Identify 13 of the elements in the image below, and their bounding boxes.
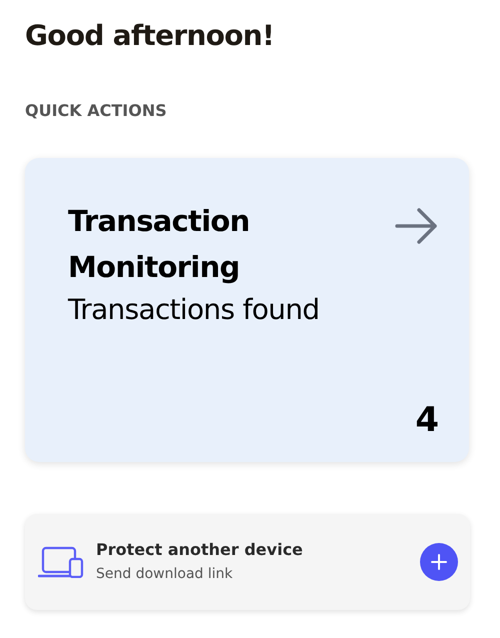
card-subtitle: Transactions found xyxy=(68,292,320,328)
add-button[interactable] xyxy=(420,543,458,581)
transaction-monitoring-card[interactable]: Transaction Monitoring Transactions found 4 xyxy=(25,158,469,462)
transaction-count: 4 xyxy=(415,400,439,440)
plus-icon xyxy=(431,554,447,570)
protect-device-card[interactable]: Protect another device Send download link xyxy=(25,514,470,610)
card-title: Transaction Monitoring xyxy=(68,203,251,286)
laptop-phone-icon xyxy=(38,546,84,578)
card-title: Protect another device xyxy=(96,539,304,561)
greeting-heading: Good afternoon! xyxy=(25,18,276,54)
arrow-right-icon xyxy=(395,208,439,244)
section-title: QUICK ACTIONS xyxy=(25,100,168,122)
card-subtitle: Send download link xyxy=(96,565,234,584)
